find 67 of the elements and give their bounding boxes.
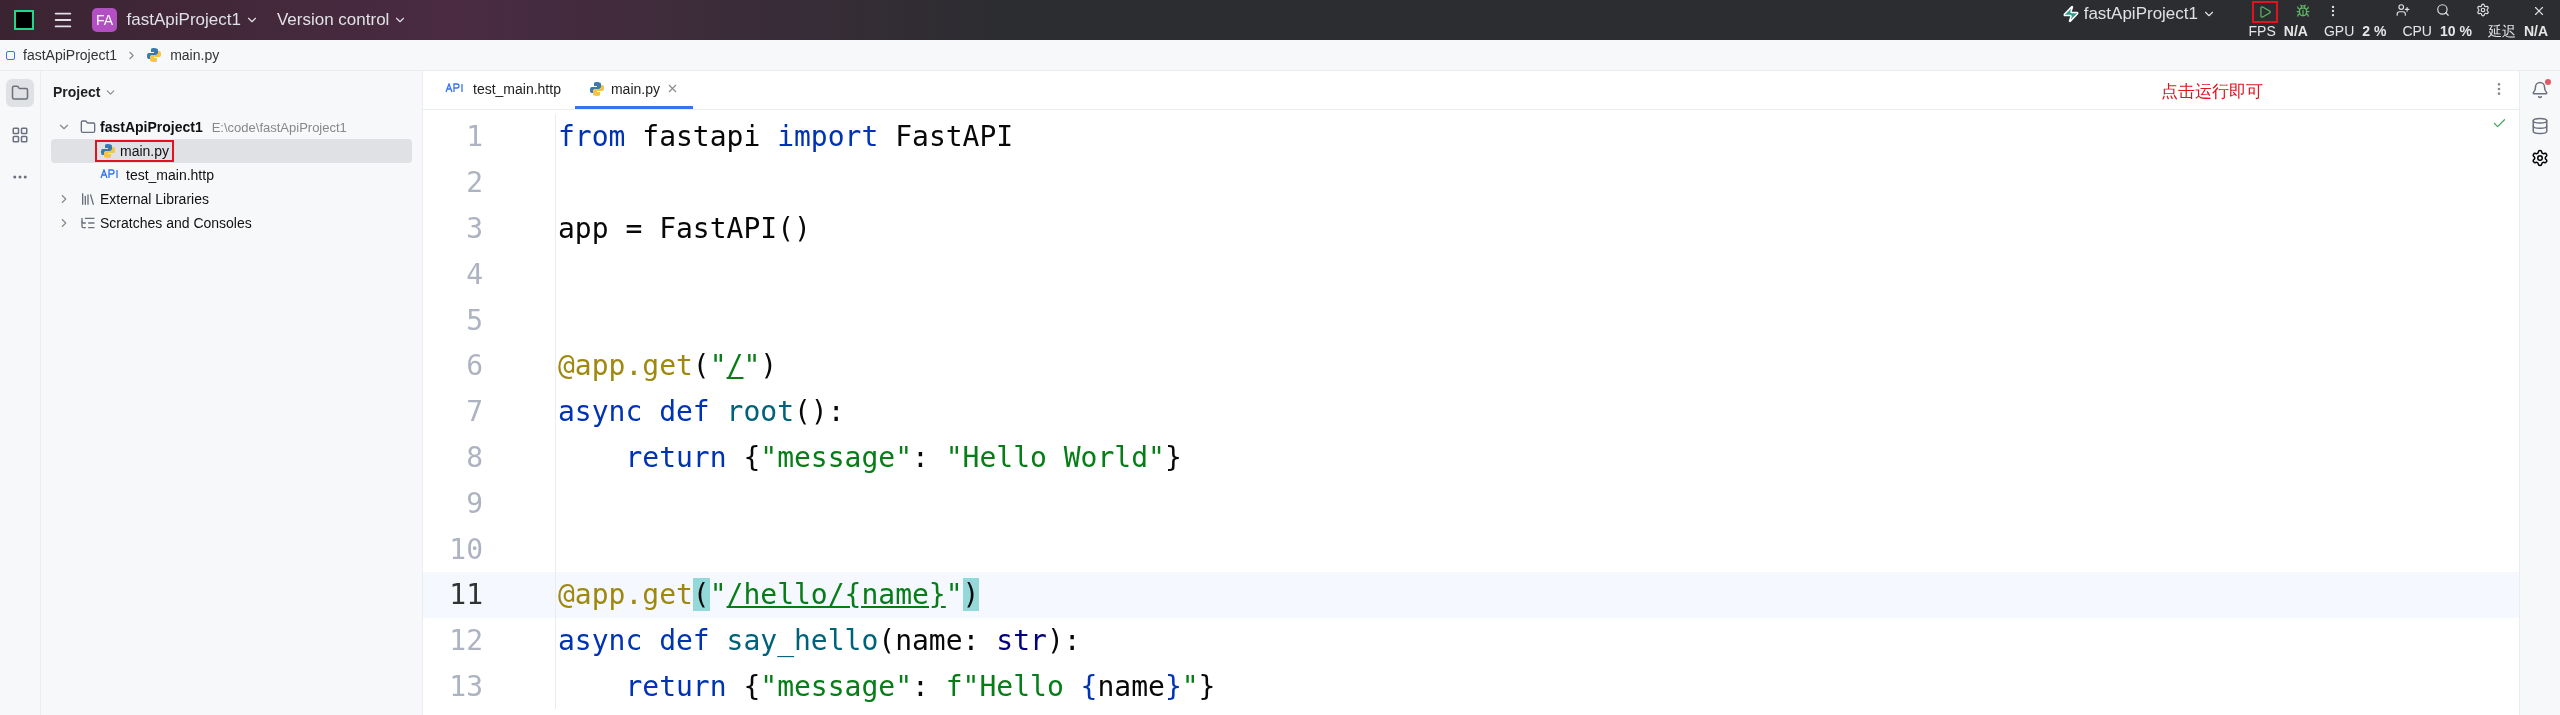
- project-tool-button[interactable]: [6, 79, 34, 107]
- line-number: 11: [448, 578, 483, 612]
- editor-tab[interactable]: test_main.http: [431, 71, 575, 109]
- lightning-icon: [2061, 5, 2080, 23]
- tree-item-label: External Libraries: [100, 191, 209, 207]
- perf-stat: 延迟 N/A: [2487, 23, 2548, 39]
- line-number: 13: [448, 669, 483, 703]
- breadcrumb[interactable]: main.py: [170, 47, 220, 63]
- database-icon[interactable]: [2531, 117, 2549, 135]
- tree-item-label: Scratches and Consoles: [100, 215, 252, 231]
- module-icon: [6, 50, 15, 60]
- code-line: app = FastAPI(): [557, 212, 811, 245]
- close-icon[interactable]: [2532, 4, 2546, 18]
- perf-stat: GPU 2 %: [2323, 23, 2387, 39]
- perf-stat: FPS N/A: [2248, 23, 2308, 39]
- line-number: 9: [465, 486, 483, 520]
- gear-icon[interactable]: [2531, 149, 2549, 167]
- tree-item[interactable]: fastApiProject1 E:\code\fastApiProject1: [51, 115, 412, 139]
- line-number: 8: [465, 440, 483, 474]
- search-icon[interactable]: [2436, 3, 2450, 17]
- breadcrumb[interactable]: fastApiProject1: [23, 47, 118, 63]
- line-number: 4: [465, 257, 483, 291]
- panel-title[interactable]: Project: [53, 84, 101, 100]
- line-number: 3: [465, 212, 483, 245]
- tree-item-label: main.py: [120, 143, 170, 159]
- tree-item-label: test_main.http: [126, 167, 214, 183]
- vcs-menu[interactable]: Version control: [276, 10, 390, 30]
- app-logo-icon: [14, 10, 34, 30]
- tree-item[interactable]: Scratches and Consoles: [51, 211, 412, 235]
- line-number: 5: [465, 303, 483, 337]
- code-line: async def say_hello(name: str):: [557, 624, 1081, 658]
- perf-stat: CPU 10 %: [2402, 23, 2472, 39]
- tree-item[interactable]: main.py: [51, 139, 412, 163]
- line-number: 12: [448, 624, 483, 658]
- code-line: @app.get("/hello/{name}"): [557, 578, 980, 612]
- code-line: async def root():: [557, 395, 845, 429]
- bug-icon[interactable]: [2296, 4, 2310, 18]
- tree-item-label: fastApiProject1: [100, 119, 203, 135]
- path-hint: E:\code\fastApiProject1: [211, 119, 347, 135]
- editor-tab[interactable]: main.py: [574, 71, 693, 109]
- code-line: @app.get("/"): [557, 349, 778, 383]
- line-number: 10: [448, 532, 483, 566]
- run-config-selector[interactable]: fastApiProject1: [2083, 4, 2198, 24]
- line-number: 2: [465, 166, 483, 200]
- project-switcher[interactable]: fastApiProject1: [126, 10, 241, 30]
- annotation-text: 点击运行即可: [2161, 81, 2263, 103]
- code-line: from fastapi import FastAPI: [557, 120, 1014, 154]
- add-user-icon[interactable]: [2396, 3, 2410, 17]
- python-icon: [588, 80, 605, 97]
- project-badge: FA: [92, 8, 118, 32]
- python-icon: [100, 143, 116, 159]
- python-icon: [146, 47, 163, 63]
- play-icon: [2258, 5, 2272, 19]
- structure-icon[interactable]: [11, 126, 29, 144]
- folder-icon: [11, 84, 29, 102]
- run-button[interactable]: [2252, 1, 2278, 23]
- settings-icon[interactable]: [2476, 3, 2490, 17]
- tree-item[interactable]: External Libraries: [51, 187, 412, 211]
- tree-item[interactable]: test_main.http: [51, 163, 412, 187]
- line-number: 7: [465, 395, 483, 429]
- library-icon: [80, 191, 96, 207]
- scratches-icon: [80, 215, 96, 231]
- line-number: 1: [465, 120, 483, 154]
- folder-icon: [80, 119, 96, 135]
- line-number: 6: [465, 349, 483, 383]
- code-line: return {"message": f"Hello {name}"}: [624, 669, 1216, 703]
- code-line: return {"message": "Hello World"}: [624, 440, 1182, 474]
